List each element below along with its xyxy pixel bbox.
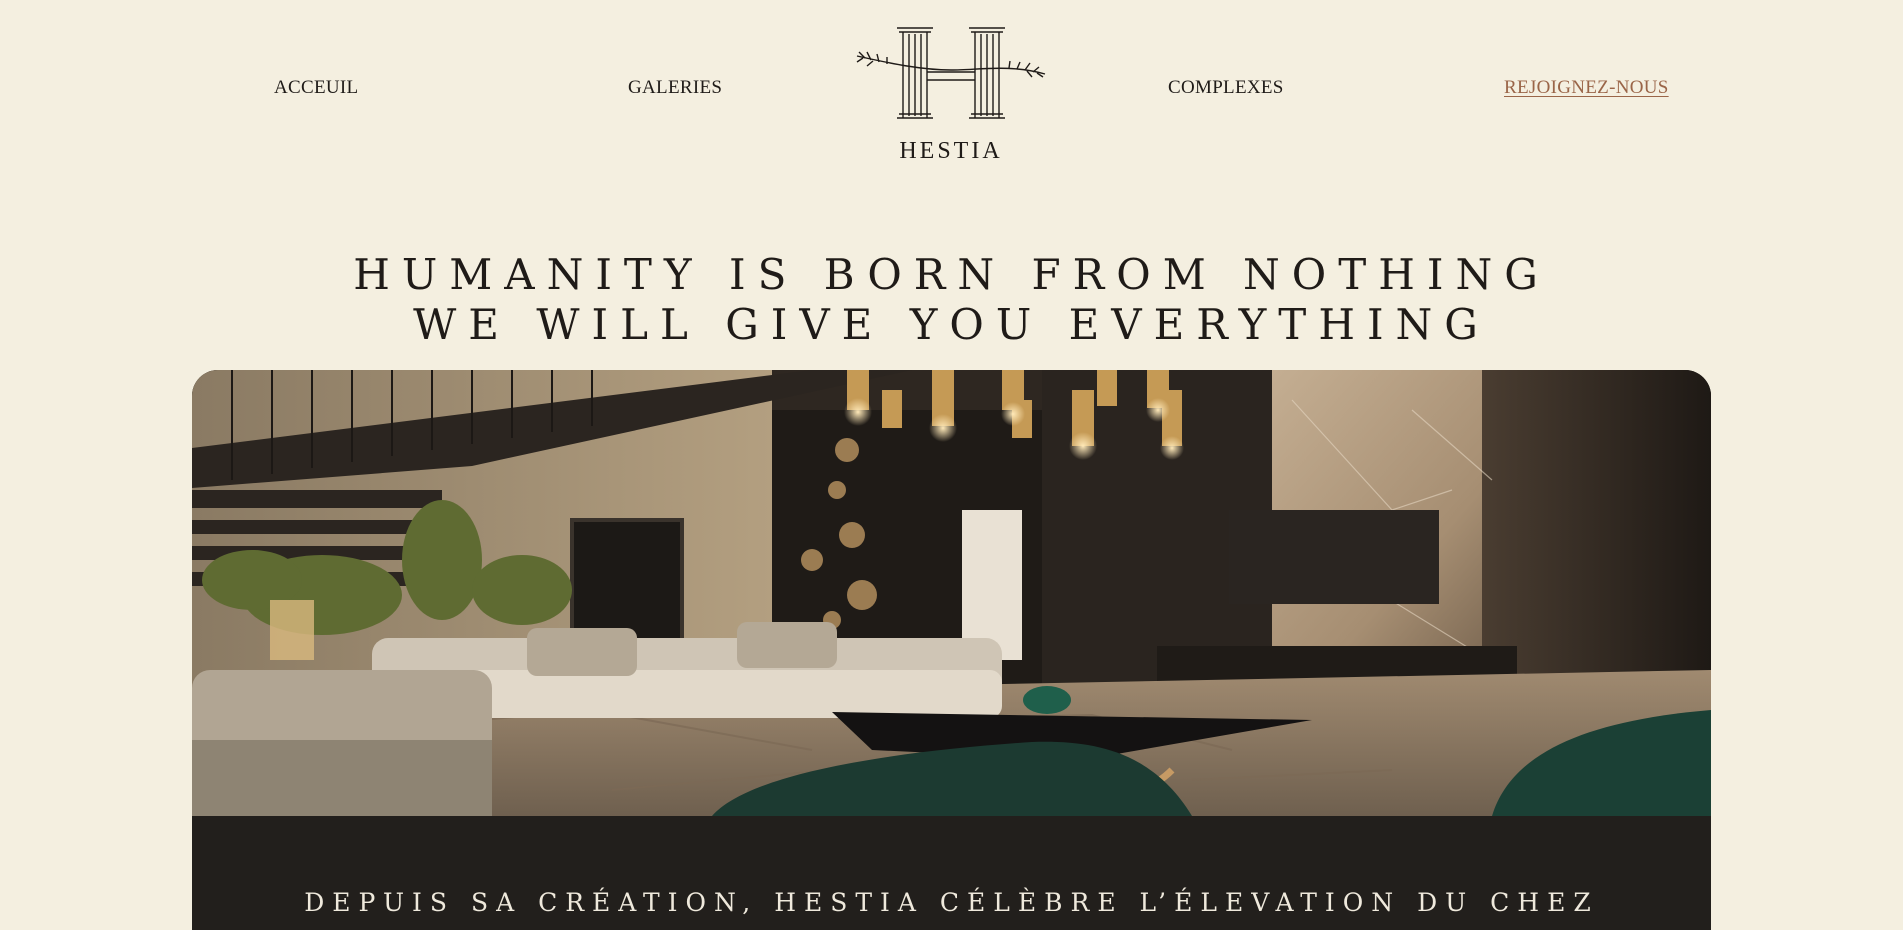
nav-link-complexes[interactable]: COMPLEXES (1168, 77, 1284, 99)
nav-link-rejoignez-nous[interactable]: REJOIGNEZ-NOUS (1504, 77, 1669, 99)
hestia-logo[interactable]: HESTIA (853, 20, 1049, 164)
hero-title-line-2: WE WILL GIVE YOU EVERYTHING (413, 300, 1490, 349)
hero-card: DEPUIS SA CRÉATION, HESTIA CÉLÈBRE L’ÉLE… (192, 370, 1711, 930)
nav-link-acceuil[interactable]: ACCEUIL (274, 77, 358, 99)
hero-title-line-1: HUMANITY IS BORN FROM NOTHING (353, 250, 1550, 299)
luxury-living-room-image (192, 370, 1711, 816)
hero-caption: DEPUIS SA CRÉATION, HESTIA CÉLÈBRE L’ÉLE… (304, 888, 1599, 917)
brand-name: HESTIA (899, 138, 1003, 164)
nav-link-galeries[interactable]: GALERIES (628, 77, 722, 99)
column-h-laurel-icon (856, 27, 1046, 119)
hero-title: HUMANITY IS BORN FROM NOTHING WE WILL GI… (0, 250, 1903, 350)
